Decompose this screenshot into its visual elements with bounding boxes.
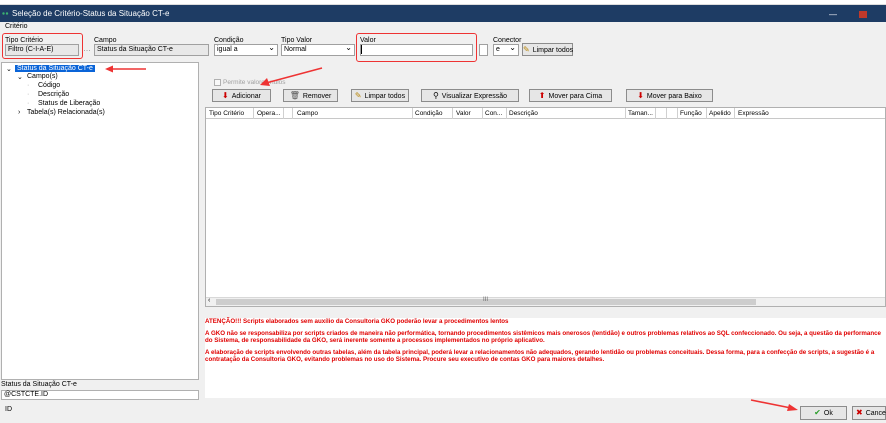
ok-button[interactable]: ✔ Ok xyxy=(800,406,847,420)
col-campo[interactable]: Campo xyxy=(297,110,318,117)
warning-title: ATENÇÃO!!! Scripts elaborados sem auxíli… xyxy=(205,318,509,325)
col-descricao[interactable]: Descrição xyxy=(509,110,538,117)
arrow-up-icon: ⬆ xyxy=(538,91,546,100)
col-expressao[interactable]: Expressão xyxy=(738,110,769,117)
remover-label: Remover xyxy=(302,93,332,100)
campo-field[interactable]: Status da Situação CT-e xyxy=(94,44,209,56)
tipo-valor-label: Tipo Valor xyxy=(281,37,313,44)
adicionar-button[interactable]: ⬇ Adicionar xyxy=(212,89,271,102)
tree-item-status-liberacao[interactable]: Status de Liberação xyxy=(38,100,100,107)
tree-branch: · xyxy=(27,82,30,89)
permite-nulos-checkbox[interactable] xyxy=(214,79,221,86)
binoculars-icon: ⚲ xyxy=(432,91,439,100)
arrow-down-icon: ⬇ xyxy=(637,91,644,100)
adicionar-label: Adicionar xyxy=(231,93,261,100)
col-apelido[interactable]: Apelido xyxy=(709,110,731,117)
tree-item-codigo[interactable]: Código xyxy=(38,82,60,89)
campo-label: Campo xyxy=(94,37,117,44)
field-tree[interactable]: ⌄ Status da Situação CT-e ⌄ Campo(s) · C… xyxy=(1,62,199,380)
valor-checkbox[interactable] xyxy=(479,44,488,56)
visualizar-expressao-button[interactable]: ⚲ Visualizar Expressão xyxy=(421,89,519,102)
mover-cima-button[interactable]: ⬆ Mover para Cima xyxy=(529,89,612,102)
annotation-arrow xyxy=(260,67,323,86)
conector-select[interactable]: e xyxy=(493,44,519,56)
window-title: Seleção de Critério-Status da Situação C… xyxy=(12,9,170,18)
col-tamanho[interactable]: Taman... xyxy=(628,110,653,117)
grid-header: Tipo Critério Opera... Campo Condição Va… xyxy=(206,108,885,119)
tipo-valor-select[interactable]: Normal xyxy=(281,44,355,56)
limpar-todos-label: Limpar todos xyxy=(364,93,406,100)
condicao-select[interactable]: igual a xyxy=(214,44,278,56)
criteria-grid[interactable]: Tipo Critério Opera... Campo Condição Va… xyxy=(205,107,886,307)
cancel-button[interactable]: ✖ Cance xyxy=(852,406,886,420)
limpar-todos-top-label: Limpar todos xyxy=(532,47,574,54)
x-icon: ✖ xyxy=(856,408,863,417)
broom-icon: ✎ xyxy=(354,91,362,100)
tree-branch: · xyxy=(27,100,30,107)
tree-item-descricao[interactable]: Descrição xyxy=(38,91,69,98)
id-label: ID xyxy=(5,406,12,413)
mover-baixo-label: Mover para Baixo xyxy=(646,93,702,100)
maximize-button[interactable] xyxy=(850,9,876,20)
warning-panel: ATENÇÃO!!! Scripts elaborados sem auxíli… xyxy=(205,318,886,398)
visualizar-expressao-label: Visualizar Expressão xyxy=(441,93,508,100)
tree-branch: · xyxy=(27,91,30,98)
annotation-arrow xyxy=(750,399,798,411)
cancel-label: Cance xyxy=(865,410,886,417)
warning-performance: A GKO não se responsabiliza por scripts … xyxy=(205,329,881,345)
grip-icon: III xyxy=(483,297,489,303)
title-bar: Seleção de Critério-Status da Situação C… xyxy=(0,5,886,22)
dots-icon: … xyxy=(83,44,91,53)
menu-criterio[interactable]: Critério xyxy=(5,23,28,30)
trash-icon: 🗑 xyxy=(289,91,300,100)
col-conector[interactable]: Con... xyxy=(485,110,502,117)
col-valor[interactable]: Valor xyxy=(456,110,471,117)
annotation-arrow xyxy=(105,65,146,73)
app-icon xyxy=(2,12,9,15)
check-icon: ✔ xyxy=(814,408,821,417)
condicao-label: Condição xyxy=(214,37,244,44)
conector-label: Conector xyxy=(493,37,522,44)
horizontal-scrollbar[interactable]: ‹ III xyxy=(206,297,885,306)
tree-item-tabelas[interactable]: Tabela(s) Relacionada(s) xyxy=(27,109,105,116)
col-operador[interactable]: Opera... xyxy=(257,110,280,117)
tree-status-text: Status da Situação CT-e xyxy=(1,381,77,388)
limpar-todos-top-button[interactable]: ✎ Limpar todos xyxy=(522,43,573,56)
col-funcao[interactable]: Função xyxy=(680,110,702,117)
tree-root-item[interactable]: Status da Situação CT-e xyxy=(15,65,95,72)
maximize-icon xyxy=(859,11,867,18)
tree-expand-icon[interactable]: ⌄ xyxy=(17,73,23,81)
col-condicao[interactable]: Condição xyxy=(415,110,442,117)
mover-baixo-button[interactable]: ⬇ Mover para Baixo xyxy=(626,89,713,102)
tree-path-field: @CSTCTE.ID xyxy=(1,390,199,400)
remover-button[interactable]: 🗑 Remover xyxy=(283,89,338,102)
scroll-left-icon[interactable]: ‹ xyxy=(208,297,210,304)
mover-cima-label: Mover para Cima xyxy=(548,93,603,100)
minimize-button[interactable]: — xyxy=(820,9,846,20)
ok-label: Ok xyxy=(823,410,833,417)
tree-collapse-icon[interactable]: › xyxy=(18,109,20,116)
arrow-down-icon: ⬇ xyxy=(222,91,229,100)
limpar-todos-button[interactable]: ✎ Limpar todos xyxy=(351,89,409,102)
highlight-tipo-criterio xyxy=(2,33,83,59)
tree-expand-icon[interactable]: ⌄ xyxy=(6,65,12,73)
highlight-valor xyxy=(356,33,477,62)
broom-icon: ✎ xyxy=(523,45,530,54)
col-tipo-criterio[interactable]: Tipo Critério xyxy=(209,110,244,117)
tree-item-campos[interactable]: Campo(s) xyxy=(27,73,58,80)
warning-tables: A elaboração de scripts envolvendo outra… xyxy=(205,348,875,364)
